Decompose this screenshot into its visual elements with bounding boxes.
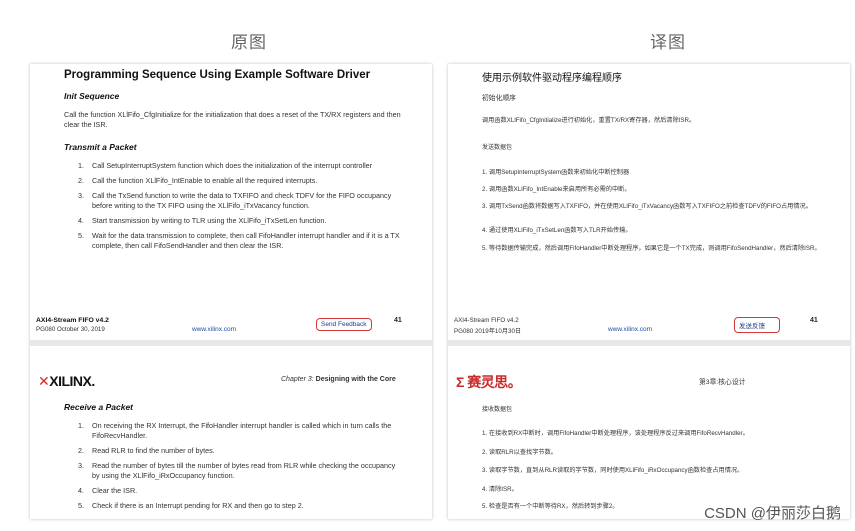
list-item: 5. Check if there is an Interrupt pending…	[78, 501, 304, 510]
send-feedback-button[interactable]: Send Feedback	[316, 318, 372, 331]
page-separator	[448, 340, 850, 346]
footer-product: AXI4-Stream FIFO v4.2	[454, 317, 519, 324]
list-item: 4. Start transmission by writing to TLR u…	[78, 216, 327, 225]
list-item: 3. Read the number of bytes till the numb…	[78, 461, 396, 480]
transmit-step-3: 3. 调用TxSend函数将数据写入TXFIFO，并在使用XLlFifo_iTx…	[482, 203, 812, 210]
transmit-heading: Transmit a Packet	[64, 142, 137, 152]
chapter-header: Chapter 3: Designing with the Core	[281, 376, 396, 383]
page-title: 使用示例软件驱动程序编程顺序	[482, 73, 622, 84]
transmit-steps-list: 1. Call SetupInterruptSystem function whi…	[78, 161, 404, 256]
receive-steps-list: 1. On receiving the RX Interrupt, the Fif…	[78, 421, 404, 516]
receive-step-2: 2. 读取RLR以查找字节数。	[482, 449, 557, 456]
original-page-panel: Programming Sequence Using Example Softw…	[30, 64, 432, 519]
xilinx-logo: ✕XILINX.	[38, 373, 95, 389]
init-sequence-heading: Init Sequence	[64, 91, 120, 101]
list-item: 2. Call the function XLlFifo_IntEnable to…	[78, 176, 318, 185]
translated-page-panel: 使用示例软件驱动程序编程顺序 初始化顺序 调用函数XLlFifo_CfgInit…	[448, 64, 850, 519]
transmit-heading: 发送数据包	[482, 145, 513, 151]
list-item: 1. On receiving the RX Interrupt, the Fif…	[78, 421, 392, 440]
page-number: 41	[810, 317, 818, 324]
footer-site-link[interactable]: www.xilinx.com	[608, 326, 652, 333]
receive-step-4: 4. 清除ISR。	[482, 486, 518, 493]
csdn-watermark: CSDN @伊丽莎白鹅	[704, 505, 841, 522]
footer-product: AXI4-Stream FIFO v4.2	[36, 317, 109, 324]
init-sequence-text: 调用函数XLlFifo_CfgInitialize进行初始化，重置TX/RX寄存…	[482, 117, 696, 124]
chapter-header: 第3章:核心设计	[699, 379, 746, 386]
transmit-step-4: 4. 通过使用XLlFifo_iTxSetLen函数写入TLR开始传输。	[482, 227, 632, 234]
receive-step-3: 3. 读取字节数，直到从RLR读取的字节数，同时使用XLlFifo_iRxOcc…	[482, 467, 744, 474]
transmit-step-1: 1. 调用SetupInterruptSystem函数来初始化中断控制器	[482, 169, 630, 176]
page-number: 41	[394, 317, 402, 324]
footer-site-link[interactable]: www.xilinx.com	[192, 326, 236, 333]
list-item: 3. Call the TxSend function to write the …	[78, 191, 392, 210]
list-item: 5. Wait for the data transmission to comp…	[78, 231, 400, 250]
footer-doc-date: PG080 October 30, 2019	[36, 326, 105, 333]
translated-column-title: 译图	[650, 33, 686, 52]
receive-heading: 接收数据包	[482, 407, 513, 413]
init-sequence-heading: 初始化顺序	[482, 95, 516, 102]
list-item: 2. Read RLR to find the number of bytes.	[78, 446, 215, 455]
list-item: 1. Call SetupInterruptSystem function whi…	[78, 161, 373, 170]
send-feedback-button[interactable]: 发送反馈	[734, 317, 780, 333]
page-title: Programming Sequence Using Example Softw…	[64, 69, 371, 81]
receive-heading: Receive a Packet	[64, 402, 133, 412]
page-separator	[30, 340, 432, 346]
original-column-title: 原图	[231, 33, 267, 52]
xilinx-logo: Σ 赛灵思。	[456, 374, 522, 390]
init-sequence-text: Call the function XLlFifo_CfgInitialize …	[64, 110, 401, 129]
transmit-step-2: 2. 调用函数XLlFifo_IntEnable来启用所有必需的中断。	[482, 186, 631, 193]
receive-step-1: 1. 在接收到RX中断时，调用FifoHandler中断处理程序，该处理程序反过…	[482, 430, 749, 437]
footer-doc-date: PG080 2019年10月30日	[454, 328, 522, 335]
transmit-step-5: 5. 等待数据传输完成，然后调用FifoHandler中断处理程序，如果它是一个…	[482, 245, 821, 252]
list-item: 4. Clear the ISR.	[78, 486, 138, 495]
